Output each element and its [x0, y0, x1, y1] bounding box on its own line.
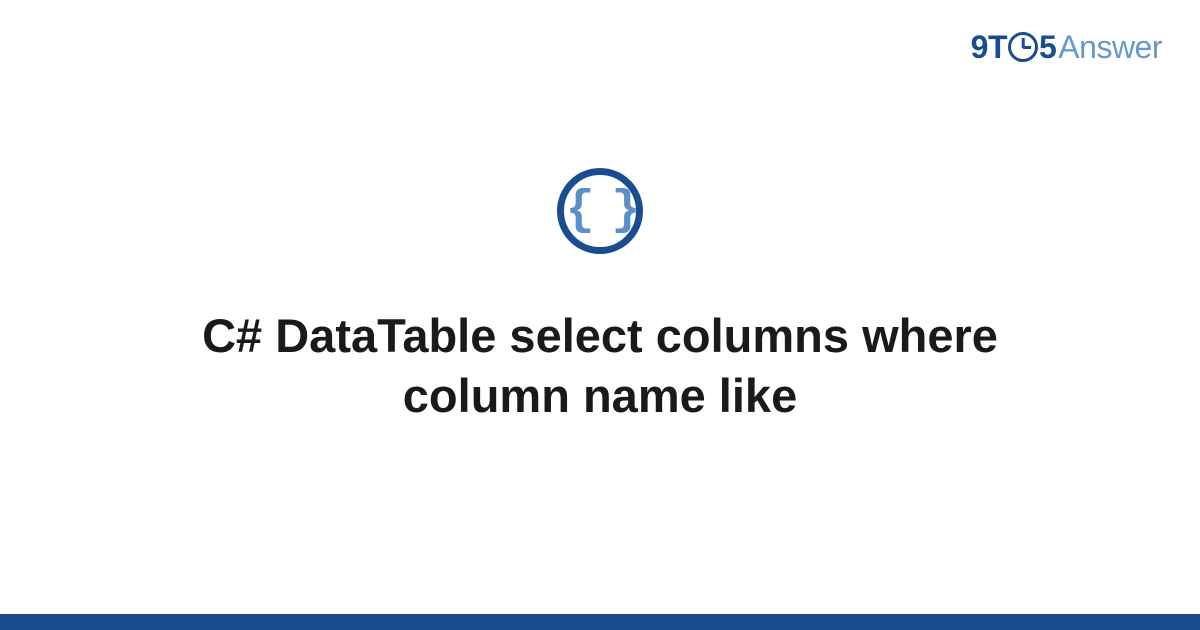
footer-bar	[0, 614, 1200, 630]
question-title: C# DataTable select columns where column…	[150, 306, 1050, 426]
main-content: { } C# DataTable select columns where co…	[0, 0, 1200, 614]
code-braces-icon: { }	[566, 187, 634, 235]
category-icon-circle: { }	[557, 168, 643, 254]
